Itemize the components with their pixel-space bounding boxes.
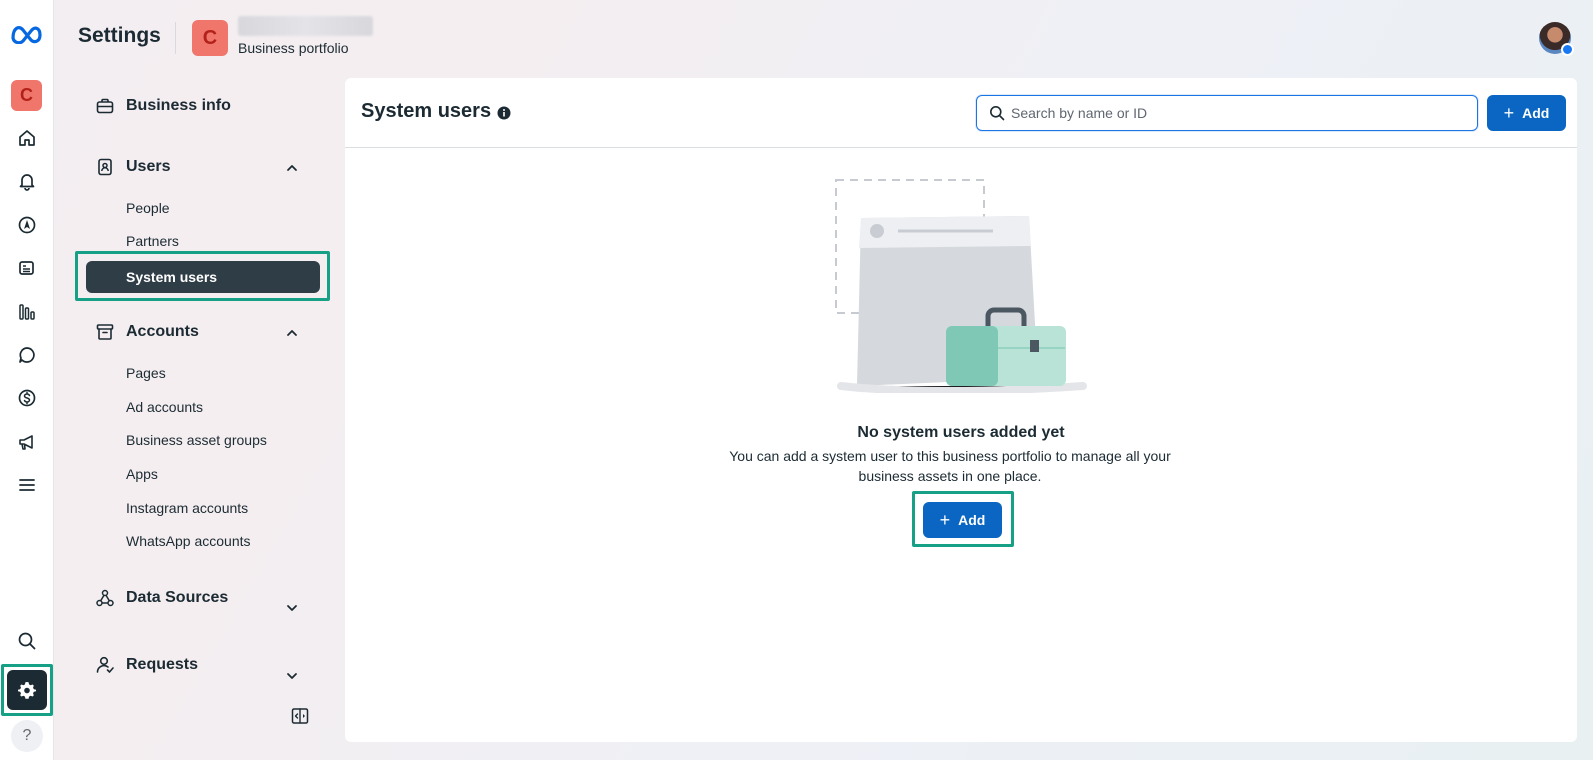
data-sources-icon: [96, 589, 114, 607]
empty-state-add-button[interactable]: + Add: [923, 502, 1002, 538]
help-icon[interactable]: ?: [11, 720, 43, 752]
empty-state-add-label: Add: [958, 512, 986, 528]
bell-icon[interactable]: [7, 161, 47, 201]
nav-apps[interactable]: Apps: [126, 466, 158, 482]
plus-icon: +: [939, 510, 951, 530]
empty-state-title: No system users added yet: [857, 424, 1065, 441]
nav-business-info-label: Business info: [126, 97, 231, 114]
portfolio-avatar[interactable]: C: [11, 80, 42, 111]
nav-requests[interactable]: Requests: [95, 655, 198, 675]
chevron-up-icon[interactable]: [284, 160, 300, 176]
portfolio-subtitle: Business portfolio: [238, 40, 349, 56]
navigation-icon[interactable]: [7, 205, 47, 245]
main-panel: System users + Add No system users added…: [345, 78, 1577, 742]
menu-icon[interactable]: [7, 465, 47, 505]
nav-pages[interactable]: Pages: [126, 365, 166, 381]
nav-users[interactable]: Users: [95, 157, 170, 177]
nav-system-users[interactable]: System users: [86, 261, 320, 293]
plus-icon: +: [1503, 103, 1515, 123]
nav-instagram-accounts[interactable]: Instagram accounts: [126, 500, 248, 516]
nav-accounts-label: Accounts: [126, 323, 199, 340]
user-check-icon: [96, 656, 114, 673]
empty-state-description: You can add a system user to this busine…: [729, 448, 1171, 484]
section-title: System users: [361, 100, 492, 122]
briefcase-icon: [96, 98, 114, 114]
nav-data-sources[interactable]: Data Sources: [95, 588, 228, 608]
search-icon: [990, 106, 1005, 121]
nav-system-users-label: System users: [126, 269, 218, 285]
add-button-label: Add: [1522, 105, 1550, 121]
facebook-badge-icon: [1561, 43, 1574, 56]
search-icon[interactable]: [7, 621, 47, 661]
dollar-icon[interactable]: [7, 378, 47, 418]
insights-icon[interactable]: [7, 292, 47, 332]
info-icon[interactable]: [497, 106, 511, 120]
nav-users-label: Users: [126, 158, 171, 175]
add-system-user-button[interactable]: + Add: [1487, 95, 1566, 131]
nav-partners[interactable]: Partners: [126, 233, 179, 249]
header-divider: [175, 22, 176, 54]
content-icon[interactable]: [7, 248, 47, 288]
search-input[interactable]: [1011, 101, 1461, 125]
megaphone-icon[interactable]: [7, 422, 47, 462]
chevron-up-icon[interactable]: [284, 325, 300, 341]
chevron-down-icon[interactable]: [284, 668, 300, 684]
archive-icon: [96, 324, 114, 340]
nav-accounts[interactable]: Accounts: [95, 322, 199, 342]
main-header: System users + Add: [345, 78, 1577, 148]
chevron-down-icon[interactable]: [284, 600, 300, 616]
left-rail: C ?: [0, 0, 54, 760]
portfolio-name-redacted[interactable]: [238, 16, 373, 36]
user-badge-icon: [98, 158, 112, 176]
nav-requests-label: Requests: [126, 656, 199, 673]
empty-state-illustration: [835, 179, 1087, 393]
nav-people[interactable]: People: [126, 200, 170, 216]
page-title: Settings: [78, 24, 161, 47]
settings-gear-icon[interactable]: [7, 670, 47, 710]
nav-data-sources-label: Data Sources: [126, 589, 229, 606]
user-avatar[interactable]: [1539, 22, 1574, 56]
collapse-sidebar-icon[interactable]: [290, 706, 310, 726]
search-field[interactable]: [976, 95, 1478, 131]
nav-ad-accounts[interactable]: Ad accounts: [126, 399, 203, 415]
settings-highlight: [1, 664, 53, 716]
meta-logo-icon[interactable]: [10, 22, 44, 44]
nav-business-info[interactable]: Business info: [95, 96, 231, 116]
home-icon[interactable]: [7, 118, 47, 158]
portfolio-badge[interactable]: C: [192, 20, 228, 56]
chat-icon[interactable]: [7, 335, 47, 375]
nav-business-asset-groups[interactable]: Business asset groups: [126, 432, 267, 448]
nav-whatsapp-accounts[interactable]: WhatsApp accounts: [126, 533, 251, 549]
